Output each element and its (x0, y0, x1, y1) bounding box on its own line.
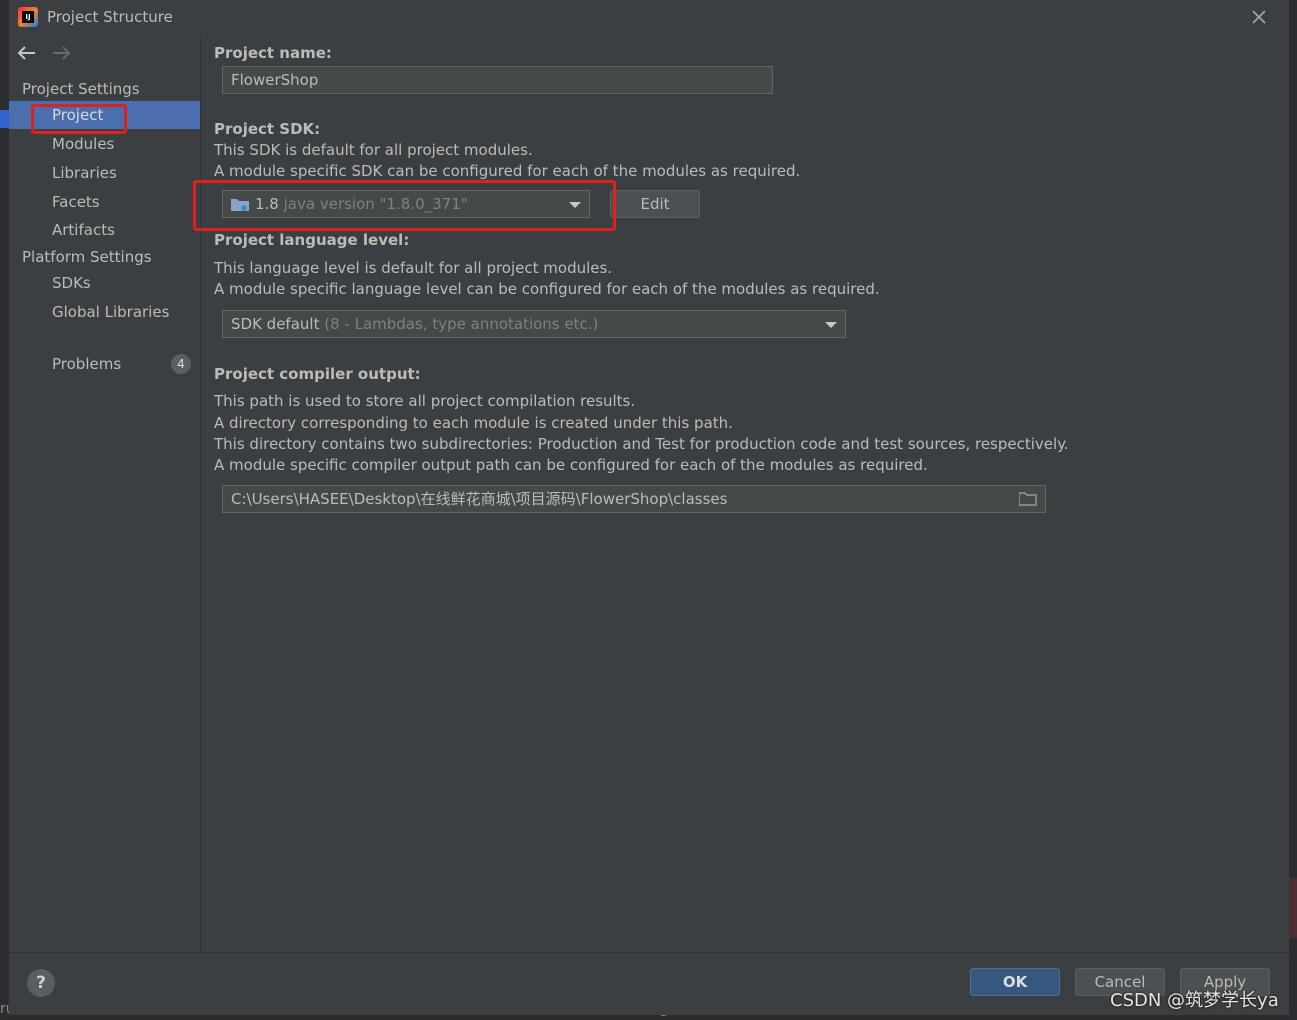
language-level-value: SDK default (231, 315, 320, 333)
background-ide-left-edge (0, 0, 9, 1020)
output-description-2: A directory corresponding to each module… (214, 414, 733, 432)
problems-count-badge: 4 (171, 354, 191, 374)
sidebar-item-facets[interactable]: Facets (9, 188, 200, 216)
output-description-1: This path is used to store all project c… (214, 392, 636, 410)
back-arrow-icon[interactable] (17, 44, 37, 62)
close-icon[interactable] (1250, 8, 1268, 26)
sidebar-item-libraries[interactable]: Libraries (9, 159, 200, 187)
help-icon[interactable]: ? (27, 969, 55, 997)
sidebar-item-global-libraries[interactable]: Global Libraries (9, 298, 200, 326)
sidebar-item-label: Facets (52, 193, 100, 211)
forward-arrow-icon[interactable] (51, 44, 71, 62)
platform-settings-header: Platform Settings (22, 248, 152, 266)
sidebar-item-label: SDKs (52, 274, 91, 292)
title-bar: IJ Project Structure (9, 0, 1289, 36)
sdk-description-2: A module specific SDK can be configured … (214, 162, 801, 180)
project-sdk-label: Project SDK: (214, 120, 321, 138)
dialog-footer: ? OK Cancel Apply (9, 952, 1289, 1015)
sidebar-item-artifacts[interactable]: Artifacts (9, 216, 200, 244)
background-ide-right-edge (1289, 0, 1297, 1020)
language-level-select[interactable]: SDK default (8 - Lambdas, type annotatio… (222, 310, 846, 338)
project-name-input[interactable]: FlowerShop (222, 66, 773, 94)
output-description-4: A module specific compiler output path c… (214, 456, 928, 474)
project-settings-header: Project Settings (22, 80, 140, 98)
sidebar-item-sdks[interactable]: SDKs (9, 269, 200, 297)
project-settings-panel: Project name: FlowerShop Project SDK: Th… (193, 36, 1289, 952)
project-name-label: Project name: (214, 44, 332, 62)
edit-button-label: Edit (640, 195, 670, 213)
sidebar-item-label: Libraries (52, 164, 117, 182)
compiler-output-path-input[interactable]: C:\Users\HASEE\Desktop\在线鲜花商城\项目源码\Flowe… (222, 485, 1046, 513)
language-description-1: This language level is default for all p… (214, 259, 613, 277)
intellij-app-icon: IJ (18, 7, 38, 27)
project-structure-dialog: IJ Project Structure Project Settings Pr… (9, 0, 1289, 1015)
annotation-highlight-sdk (193, 180, 616, 231)
compiler-output-path: C:\Users\HASEE\Desktop\在线鲜花商城\项目源码\Flowe… (231, 490, 728, 508)
sidebar-item-modules[interactable]: Modules (9, 130, 200, 158)
compiler-output-label: Project compiler output: (214, 365, 421, 383)
ok-button[interactable]: OK (970, 968, 1060, 996)
annotation-highlight-project (31, 104, 127, 134)
csdn-watermark: CSDN @筑梦学长ya (1110, 990, 1279, 1011)
background-tab-fragment (1289, 878, 1297, 938)
language-description-2: A module specific language level can be … (214, 280, 880, 298)
sidebar-item-label: Global Libraries (52, 303, 170, 321)
window-title: Project Structure (47, 8, 173, 26)
language-level-detail: (8 - Lambdas, type annotations etc.) (324, 315, 599, 333)
sidebar-item-label: Modules (52, 135, 115, 153)
edit-sdk-button[interactable]: Edit (610, 190, 700, 218)
sidebar-item-label: Artifacts (52, 221, 115, 239)
output-description-3: This directory contains two subdirectori… (214, 435, 1069, 453)
chevron-down-icon (825, 322, 837, 328)
background-selection-fragment (0, 110, 9, 128)
language-level-label: Project language level: (214, 231, 410, 249)
sidebar: Project Settings Project Modules Librari… (9, 36, 201, 952)
sdk-description-1: This SDK is default for all project modu… (214, 141, 533, 159)
folder-icon[interactable] (1019, 492, 1037, 506)
sidebar-item-label: Problems (52, 355, 122, 373)
